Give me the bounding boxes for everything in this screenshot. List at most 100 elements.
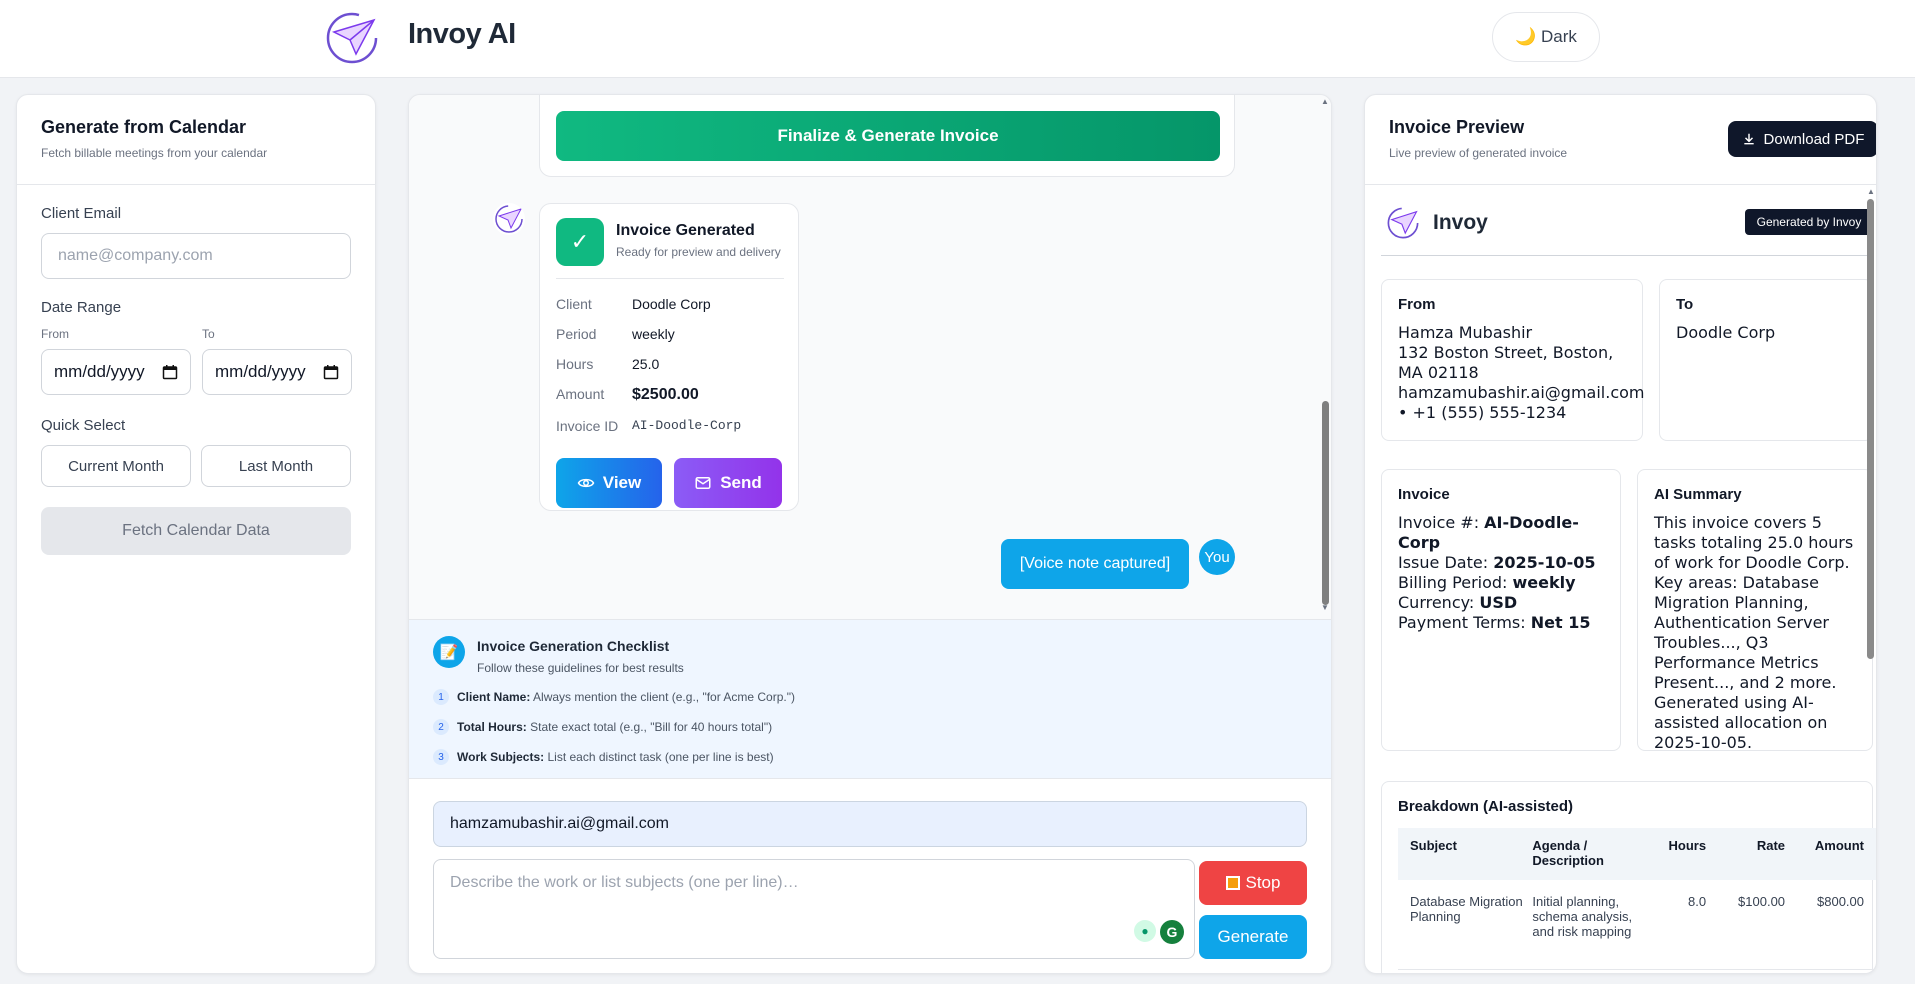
checklist-item-text: State exact total (e.g., "Bill for 40 ho… <box>530 720 773 734</box>
calendar-icon[interactable] <box>162 364 178 380</box>
preview-scroll-thumb[interactable] <box>1867 199 1874 659</box>
date-range-label: Date Range <box>41 299 122 316</box>
grammarly-icon[interactable]: G <box>1160 920 1184 944</box>
invoice-generated-card: ✓ Invoice Generated Ready for preview an… <box>539 203 799 511</box>
issue-date-label: Issue Date: <box>1398 553 1494 572</box>
work-description-textarea[interactable]: Describe the work or list subjects (one … <box>433 859 1195 959</box>
to-heading: To <box>1676 296 1694 313</box>
currency: Currency: USD <box>1398 593 1604 613</box>
scroll-down-arrow-icon[interactable]: ▼ <box>1321 603 1329 612</box>
view-invoice-button[interactable]: View <box>556 458 662 508</box>
table-header: Subject Agenda / Description Hours Rate … <box>1398 828 1876 880</box>
currency-value: USD <box>1479 593 1518 612</box>
ai-summary-text: This invoice covers 5 tasks totaling 25.… <box>1654 513 1854 752</box>
stop-button[interactable]: Stop <box>1199 861 1307 905</box>
from-heading: From <box>1398 296 1436 313</box>
currency-label: Currency: <box>1398 593 1480 612</box>
checklist-number: 1 <box>433 689 449 705</box>
amount-label: Amount <box>556 386 605 402</box>
calendar-panel-subtitle: Fetch billable meetings from your calend… <box>41 146 268 160</box>
view-button-label: View <box>602 473 642 492</box>
to-card: To Doodle Corp <box>1659 279 1873 441</box>
column-header: Agenda / Description <box>1532 838 1604 868</box>
invoice-id-value: AI-Doodle-Corp <box>632 418 742 433</box>
period-label: Period <box>556 326 597 342</box>
invoice-number: Invoice #: AI-Doodle-Corp <box>1398 513 1604 553</box>
payment-terms: Payment Terms: Net 15 <box>1398 613 1604 633</box>
client-email-label: Client Email <box>41 205 122 222</box>
to-date-value: mm/dd/yyyy <box>215 362 306 381</box>
table-row: Database Migration Planning Initial plan… <box>1398 880 1876 970</box>
from-label: From <box>41 327 69 341</box>
generate-button[interactable]: Generate <box>1199 915 1307 959</box>
hours-label: Hours <box>556 356 594 372</box>
from-email: hamzamubashir.ai@gmail.com <box>1398 383 1645 402</box>
eye-icon <box>577 478 595 488</box>
previous-message-card: Finalize & Generate Invoice <box>539 95 1235 177</box>
download-icon <box>1743 133 1754 145</box>
scroll-up-arrow-icon[interactable]: ▲ <box>1867 187 1875 196</box>
from-card: From Hamza Mubashir 132 Boston Street, B… <box>1381 279 1645 441</box>
checklist-item-label: Total Hours: <box>457 720 527 734</box>
from-date-input[interactable]: mm/dd/yyyy <box>41 349 191 395</box>
client-email-input[interactable]: name@company.com <box>41 233 351 279</box>
invoice-heading: Invoice <box>1398 486 1450 503</box>
invoice-checklist: 📝 Invoice Generation Checklist Follow th… <box>409 619 1331 779</box>
divider <box>1381 255 1873 256</box>
to-date-input[interactable]: mm/dd/yyyy <box>202 349 352 395</box>
breakdown-heading: Breakdown (AI-assisted) <box>1398 798 1574 815</box>
column-header: Amount <box>1814 838 1864 853</box>
last-month-button[interactable]: Last Month <box>201 445 351 487</box>
download-button-label: Download PDF <box>1763 130 1865 148</box>
download-pdf-button[interactable]: Download PDF <box>1728 121 1876 157</box>
memo-icon: 📝 <box>433 636 465 668</box>
app-title: Invoy AI <box>408 18 516 50</box>
checkmark-icon: ✓ <box>556 218 604 266</box>
issue-date: Issue Date: 2025-10-05 <box>1398 553 1604 573</box>
generated-by-badge: Generated by Invoy <box>1745 209 1873 235</box>
checklist-item: 1 Client Name: Always mention the client… <box>433 689 795 705</box>
amount-value: $2500.00 <box>632 386 699 403</box>
to-name: Doodle Corp <box>1676 323 1776 342</box>
invoy-logo-icon <box>326 12 378 64</box>
billing-period-value: weekly <box>1512 573 1576 592</box>
scroll-up-arrow-icon[interactable]: ▲ <box>1321 97 1329 106</box>
table-cell: Initial planning, schema analysis, and r… <box>1532 894 1633 939</box>
ai-summary-card: AI Summary This invoice covers 5 tasks t… <box>1637 469 1873 752</box>
description-placeholder: Describe the work or list subjects (one … <box>450 874 799 891</box>
client-email-field[interactable]: hamzamubashir.ai@gmail.com <box>433 801 1307 847</box>
top-header: Invoy AI 🌙 Dark <box>0 0 1915 78</box>
preview-scrollbar[interactable]: ▲ <box>1865 187 1876 973</box>
send-invoice-button[interactable]: Send <box>674 458 782 508</box>
finalize-generate-button[interactable]: Finalize & Generate Invoice <box>556 111 1220 161</box>
grammarly-widget[interactable]: ● G <box>1134 920 1184 944</box>
checklist-title: Invoice Generation Checklist <box>477 638 670 654</box>
table-cell: 8.0 <box>1688 894 1707 909</box>
chat-messages: Finalize & Generate Invoice ✓ Invoice Ge… <box>409 95 1331 619</box>
calendar-panel-title: Generate from Calendar <box>41 117 247 137</box>
stop-square-icon <box>1225 876 1240 890</box>
fetch-calendar-button[interactable]: Fetch Calendar Data <box>41 507 351 555</box>
billing-period-label: Billing Period: <box>1398 573 1513 592</box>
invoy-logo-icon <box>1387 207 1419 239</box>
chat-scroll-thumb[interactable] <box>1322 401 1329 605</box>
current-month-button[interactable]: Current Month <box>41 445 191 487</box>
table-cell: $100.00 <box>1738 894 1786 909</box>
lightbulb-icon[interactable]: ● <box>1134 920 1156 942</box>
payment-terms-label: Payment Terms: <box>1398 613 1531 632</box>
checklist-number: 2 <box>433 719 449 735</box>
chat-scrollbar[interactable]: ▲ ▼ <box>1319 95 1331 617</box>
billing-period: Billing Period: weekly <box>1398 573 1604 593</box>
chat-panel: Finalize & Generate Invoice ✓ Invoice Ge… <box>408 94 1332 974</box>
invoice-preview-panel: Invoice Preview Live preview of generate… <box>1364 94 1877 974</box>
column-header: Rate <box>1756 838 1786 853</box>
invoice-card-subtitle: Ready for preview and delivery <box>616 245 781 259</box>
table-cell: $800.00 <box>1817 894 1864 909</box>
hours-value: 25.0 <box>632 356 660 372</box>
payment-terms-value: Net 15 <box>1530 613 1591 632</box>
client-label: Client <box>556 296 592 312</box>
calendar-icon[interactable] <box>323 364 339 380</box>
from-phone: • +1 (555) 555-1234 <box>1398 403 1567 422</box>
bot-avatar-icon <box>493 203 525 235</box>
theme-toggle-button[interactable]: 🌙 Dark <box>1492 12 1600 62</box>
